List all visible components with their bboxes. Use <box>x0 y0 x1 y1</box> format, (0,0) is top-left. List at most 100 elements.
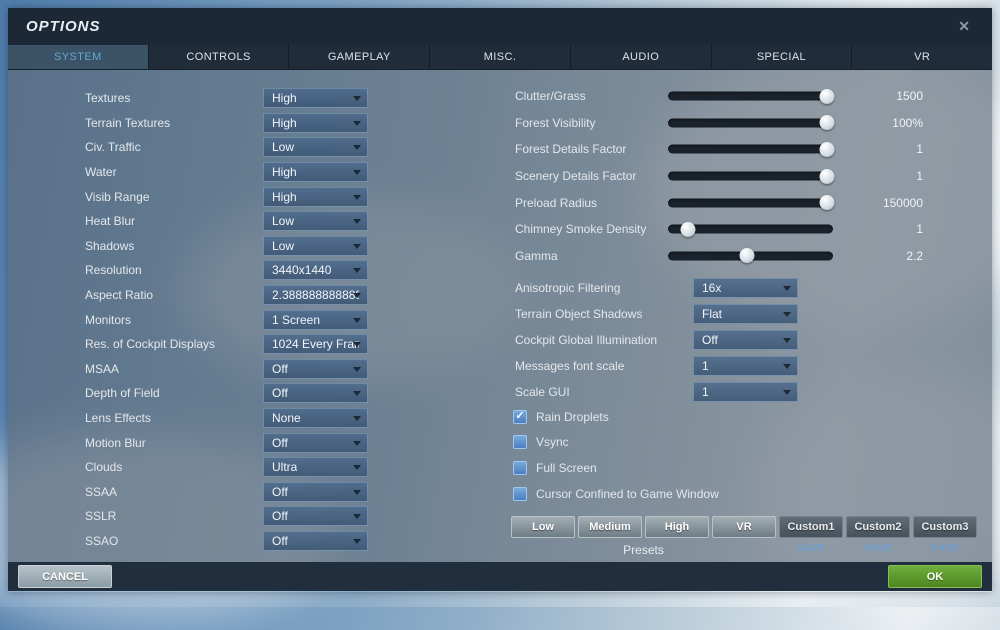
tab-2[interactable]: GAMEPLAY <box>289 45 430 69</box>
dropdown-7[interactable]: 3440x1440 <box>263 260 368 280</box>
preset-button-1[interactable]: Medium <box>578 516 642 538</box>
preset-button-3[interactable]: VR <box>712 516 776 538</box>
right-dropdown-4[interactable]: 1 <box>693 382 798 402</box>
slider-track-3[interactable] <box>668 172 833 181</box>
setting-row: Lens Effects None <box>8 406 493 431</box>
dropdown-value: Off <box>272 362 288 376</box>
save-preset-button-1[interactable]: SAVE <box>846 543 910 557</box>
right-dropdown-0[interactable]: 16x <box>693 278 798 298</box>
setting-label: Cockpit Global Illumination <box>515 333 657 347</box>
checkbox-label: Full Screen <box>536 461 597 475</box>
slider-handle[interactable] <box>820 89 835 104</box>
slider-handle[interactable] <box>820 115 835 130</box>
dropdown-value: 1024 Every Frame <box>272 337 359 351</box>
dropdown-3[interactable]: High <box>263 162 368 182</box>
dropdown-6[interactable]: Low <box>263 236 368 256</box>
tab-4[interactable]: AUDIO <box>571 45 712 69</box>
dropdown-8[interactable]: 2.3888888888889 <box>263 285 368 305</box>
custom-preset-button-2[interactable]: Custom3 <box>913 516 977 538</box>
slider-handle[interactable] <box>740 248 755 263</box>
right-dropdown-group: Anisotropic Filtering 16x Terrain Object… <box>500 275 992 405</box>
dropdown-5[interactable]: Low <box>263 211 368 231</box>
checkbox-row: ✓ Rain Droplets <box>500 404 992 430</box>
dialog-title: OPTIONS <box>26 18 101 35</box>
slider-track-6[interactable] <box>668 251 833 260</box>
checkbox-label: Cursor Confined to Game Window <box>536 487 719 501</box>
custom-preset-button-1[interactable]: Custom2 <box>846 516 910 538</box>
setting-label: Water <box>85 165 117 179</box>
checkbox-0[interactable]: ✓ <box>513 410 527 424</box>
dropdown-2[interactable]: Low <box>263 137 368 157</box>
dropdown-13[interactable]: None <box>263 408 368 428</box>
custom-preset-button-0[interactable]: Custom1 <box>779 516 843 538</box>
checkbox-row: ✓ Vsync <box>500 430 992 456</box>
dropdown-0[interactable]: High <box>263 88 368 108</box>
preset-button-label: Custom2 <box>854 521 901 533</box>
slider-group: Clutter/Grass 1500 Forest Visibility 100… <box>500 83 992 269</box>
setting-row: Motion Blur Off <box>8 430 493 455</box>
cancel-button[interactable]: CANCEL <box>18 565 112 588</box>
dropdown-15[interactable]: Ultra <box>263 457 368 477</box>
setting-label: Resolution <box>85 263 142 277</box>
chevron-down-icon <box>783 312 791 317</box>
checkbox-1[interactable]: ✓ <box>513 435 527 449</box>
dropdown-value: Off <box>272 386 288 400</box>
dropdown-16[interactable]: Off <box>263 482 368 502</box>
dropdown-1[interactable]: High <box>263 113 368 133</box>
chevron-down-icon <box>353 244 361 249</box>
slider-handle[interactable] <box>820 169 835 184</box>
slider-row: Preload Radius 150000 <box>500 189 992 216</box>
chevron-down-icon <box>783 286 791 291</box>
preset-button-0[interactable]: Low <box>511 516 575 538</box>
slider-handle[interactable] <box>820 142 835 157</box>
chevron-down-icon <box>353 219 361 224</box>
slider-track-5[interactable] <box>668 225 833 234</box>
slider-value: 1 <box>848 169 923 183</box>
slider-track-0[interactable] <box>668 92 833 101</box>
dropdown-11[interactable]: Off <box>263 359 368 379</box>
setting-label: SSAO <box>85 534 118 548</box>
chevron-down-icon <box>353 170 361 175</box>
slider-handle[interactable] <box>820 195 835 210</box>
setting-row: Clouds Ultra <box>8 455 493 480</box>
dropdown-value: 1 Screen <box>272 313 320 327</box>
right-dropdown-1[interactable]: Flat <box>693 304 798 324</box>
slider-track-1[interactable] <box>668 118 833 127</box>
dropdown-18[interactable]: Off <box>263 531 368 551</box>
ok-button[interactable]: OK <box>888 565 982 588</box>
setting-row: Civ. Traffic Low <box>8 135 493 160</box>
chevron-down-icon <box>353 342 361 347</box>
dropdown-12[interactable]: Off <box>263 383 368 403</box>
settings-panel: Textures High Terrain Textures High Civ.… <box>8 70 992 562</box>
checkbox-label: Vsync <box>536 435 569 449</box>
tab-5[interactable]: SPECIAL <box>712 45 853 69</box>
tab-0[interactable]: SYSTEM <box>8 45 149 69</box>
right-dropdown-3[interactable]: 1 <box>693 356 798 376</box>
tab-1[interactable]: CONTROLS <box>149 45 290 69</box>
slider-handle[interactable] <box>680 222 695 237</box>
tab-label: GAMEPLAY <box>328 51 391 63</box>
setting-label: Lens Effects <box>85 411 151 425</box>
slider-track-2[interactable] <box>668 145 833 154</box>
right-dropdown-2[interactable]: Off <box>693 330 798 350</box>
dropdown-14[interactable]: Off <box>263 433 368 453</box>
slider-label: Gamma <box>515 249 558 263</box>
setting-row: Heat Blur Low <box>8 209 493 234</box>
dropdown-9[interactable]: 1 Screen <box>263 310 368 330</box>
tab-6[interactable]: VR <box>852 45 992 69</box>
tab-3[interactable]: MISC. <box>430 45 571 69</box>
save-preset-button-0[interactable]: SAVE <box>779 543 843 557</box>
dropdown-17[interactable]: Off <box>263 506 368 526</box>
slider-track-4[interactable] <box>668 198 833 207</box>
preset-button-label: Low <box>532 521 554 533</box>
setting-row: SSAO Off <box>8 529 493 554</box>
preset-button-2[interactable]: High <box>645 516 709 538</box>
close-icon[interactable]: ✕ <box>954 18 974 35</box>
save-preset-button-2[interactable]: SAVE <box>913 543 977 557</box>
dropdown-4[interactable]: High <box>263 187 368 207</box>
checkbox-3[interactable]: ✓ <box>513 487 527 501</box>
dropdown-10[interactable]: 1024 Every Frame <box>263 334 368 354</box>
slider-label: Preload Radius <box>515 196 597 210</box>
checkbox-2[interactable]: ✓ <box>513 461 527 475</box>
dropdown-value: Ultra <box>272 460 297 474</box>
